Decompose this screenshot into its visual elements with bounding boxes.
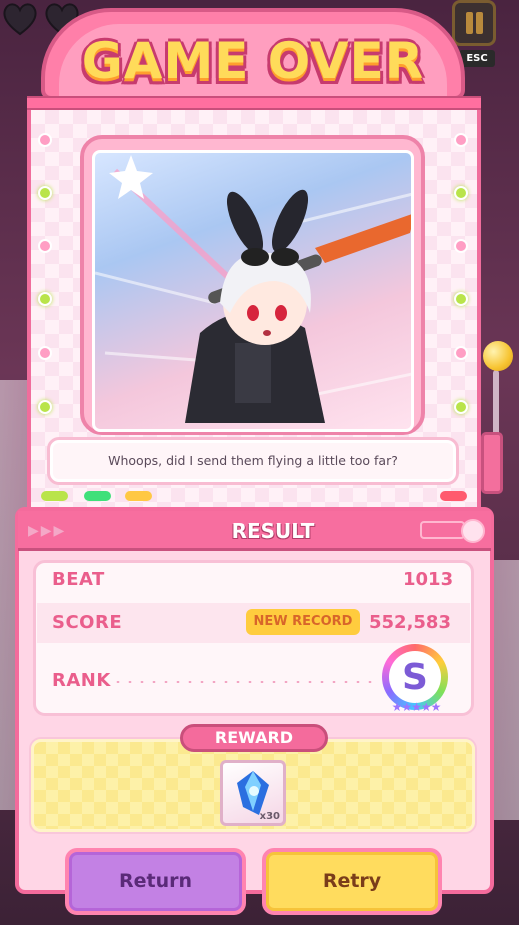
result-header: ▶▶▶ RESULT — [18, 511, 491, 551]
rank-label: RANK — [52, 670, 111, 691]
reward-item[interactable]: x30 — [220, 760, 286, 826]
star-icon — [109, 155, 153, 199]
led-light — [454, 186, 468, 200]
led-light — [454, 292, 468, 306]
lever-base — [481, 432, 503, 494]
new-record-badge: NEW RECORD — [246, 609, 360, 635]
led-light — [38, 400, 52, 414]
dialogue-text: Whoops, did I send them flying a little … — [108, 453, 398, 468]
score-value: 552,583 — [369, 612, 451, 633]
arrows-icon: ▶▶▶ — [28, 523, 67, 539]
led-light — [38, 186, 52, 200]
rank-value: S — [389, 651, 441, 703]
character-illustration — [95, 155, 411, 423]
dialogue-box: Whoops, did I send them flying a little … — [47, 437, 459, 485]
game-over-title: GAME OVER — [81, 32, 425, 90]
character-screen — [92, 150, 414, 432]
lever-knob — [483, 341, 513, 371]
led-light — [454, 400, 468, 414]
led-light — [38, 346, 52, 360]
led-light — [38, 292, 52, 306]
blue-crystal-icon — [237, 771, 269, 815]
marquee-band — [27, 96, 481, 110]
rank-leader-dots — [112, 681, 374, 683]
beat-value: 1013 — [403, 569, 454, 590]
score-label: SCORE — [52, 612, 123, 633]
indicator-light — [125, 491, 152, 501]
result-title: RESULT — [231, 519, 315, 543]
retry-button[interactable]: Retry — [262, 848, 442, 915]
led-light — [38, 133, 52, 147]
marquee: GAME OVER — [41, 8, 465, 100]
led-light — [454, 346, 468, 360]
lever-stick — [493, 370, 499, 440]
indicator-light — [41, 491, 68, 501]
led-light — [454, 239, 468, 253]
reward-count: x30 — [259, 811, 280, 822]
led-light — [38, 239, 52, 253]
knob-decoration — [461, 519, 485, 543]
reward-label: REWARD — [180, 724, 328, 752]
beat-label: BEAT — [52, 569, 105, 590]
led-light — [454, 133, 468, 147]
rank-stars-icon: ★★★★★ — [391, 700, 442, 714]
slot-decoration — [420, 521, 465, 539]
indicator-light — [84, 491, 111, 501]
indicator-light — [440, 491, 467, 501]
return-button[interactable]: Return — [65, 848, 246, 915]
